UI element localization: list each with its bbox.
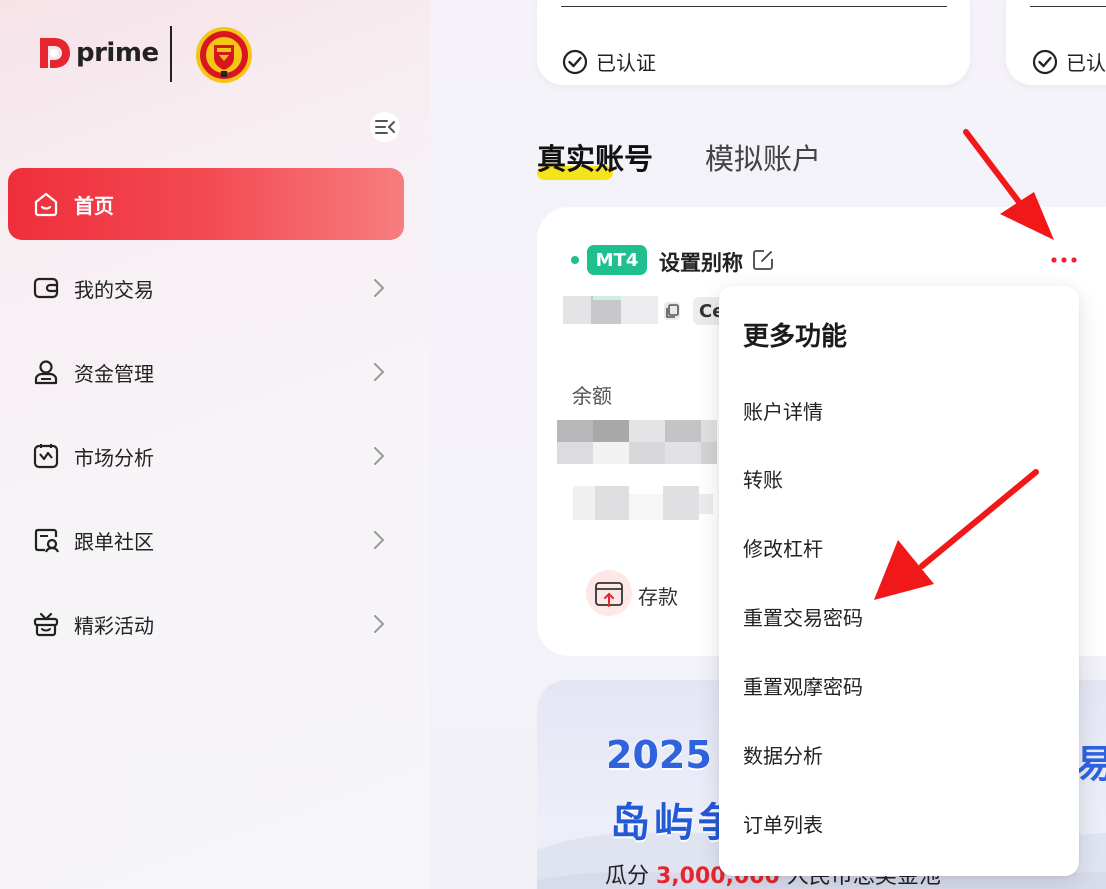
manchester-united-crest-icon	[196, 27, 252, 83]
user-funds-icon	[34, 360, 58, 385]
menu-item-transfer[interactable]: 转账	[743, 464, 783, 493]
chevron-right-icon	[374, 615, 385, 633]
chart-icon	[33, 444, 59, 469]
verified-status: 已认证	[562, 47, 656, 76]
sidebar-item-funds[interactable]: 资金管理	[8, 336, 404, 408]
menu-item-account-details[interactable]: 账户详情	[743, 396, 823, 425]
account-number-redacted	[563, 296, 658, 324]
check-circle-icon	[1032, 49, 1058, 74]
deposit-label[interactable]: 存款	[638, 581, 678, 610]
card-divider	[561, 6, 947, 7]
secondary-value-redacted	[573, 486, 713, 520]
community-icon	[34, 528, 60, 553]
banner-sub-prefix: 瓜分	[605, 864, 656, 889]
sidebar-item-label: 精彩活动	[74, 613, 154, 638]
sidebar: prime 首页 我的交易 资金管理 市场分析 跟单社区 精彩活动	[0, 0, 430, 889]
logo-divider	[170, 26, 172, 82]
menu-title: 更多功能	[743, 322, 848, 352]
sidebar-item-copy-community[interactable]: 跟单社区	[8, 504, 404, 576]
chevron-right-icon	[374, 363, 385, 381]
brand-logo[interactable]: prime	[36, 34, 159, 72]
edit-icon[interactable]	[751, 248, 775, 272]
sidebar-item-label: 跟单社区	[74, 529, 154, 554]
sidebar-item-home[interactable]: 首页	[8, 168, 404, 240]
menu-item-change-leverage[interactable]: 修改杠杆	[743, 533, 823, 562]
verified-label: 已认证	[596, 51, 656, 75]
verified-status: 已认	[1032, 47, 1106, 76]
platform-badge: MT4	[587, 245, 647, 275]
collapse-menu-icon	[375, 120, 395, 134]
deposit-icon	[595, 582, 623, 607]
more-functions-menu: 更多功能 账户详情 转账 修改杠杆 重置交易密码 重置观摩密码 数据分析 订单列…	[719, 286, 1079, 876]
sidebar-nav: 首页 我的交易 资金管理 市场分析 跟单社区 精彩活动	[8, 168, 404, 672]
gift-icon	[33, 612, 59, 637]
sidebar-item-label: 资金管理	[74, 361, 154, 386]
tab-demo-account[interactable]: 模拟账户	[705, 136, 821, 178]
wallet-icon	[33, 277, 59, 299]
brand-name: prime	[76, 38, 159, 68]
sidebar-item-market-analysis[interactable]: 市场分析	[8, 420, 404, 492]
tab-label: 模拟账户	[705, 142, 822, 176]
verified-label: 已认	[1066, 51, 1106, 75]
menu-item-order-list[interactable]: 订单列表	[743, 809, 823, 838]
sidebar-item-label: 首页	[74, 193, 114, 218]
chevron-right-icon	[374, 531, 385, 549]
sidebar-item-label: 市场分析	[74, 445, 154, 470]
tab-real-account[interactable]: 真实账号	[537, 136, 654, 180]
card-divider	[1030, 6, 1106, 7]
menu-item-reset-investor-password[interactable]: 重置观摩密码	[743, 671, 863, 700]
balance-label: 余额	[572, 384, 612, 408]
sidebar-item-label: 我的交易	[74, 277, 154, 302]
chevron-right-icon	[374, 279, 385, 297]
menu-item-reset-trading-password[interactable]: 重置交易密码	[743, 602, 863, 631]
banner-title-line1-right: 易	[1076, 742, 1106, 786]
home-icon	[34, 192, 58, 217]
chevron-right-icon	[374, 447, 385, 465]
more-options-icon[interactable]	[1050, 256, 1078, 264]
copy-icon[interactable]	[660, 299, 684, 323]
sidebar-item-my-trades[interactable]: 我的交易	[8, 252, 404, 324]
tab-label: 真实账号	[537, 142, 654, 176]
balance-value-redacted	[557, 420, 717, 464]
menu-item-data-analysis[interactable]: 数据分析	[743, 740, 823, 769]
set-alias-label[interactable]: 设置别称	[659, 247, 743, 277]
prime-logo-icon	[40, 38, 70, 68]
status-dot	[571, 256, 579, 264]
check-circle-icon	[562, 49, 588, 74]
sidebar-collapse-button[interactable]	[370, 112, 400, 142]
sidebar-item-events[interactable]: 精彩活动	[8, 588, 404, 660]
deposit-button[interactable]	[586, 570, 632, 616]
